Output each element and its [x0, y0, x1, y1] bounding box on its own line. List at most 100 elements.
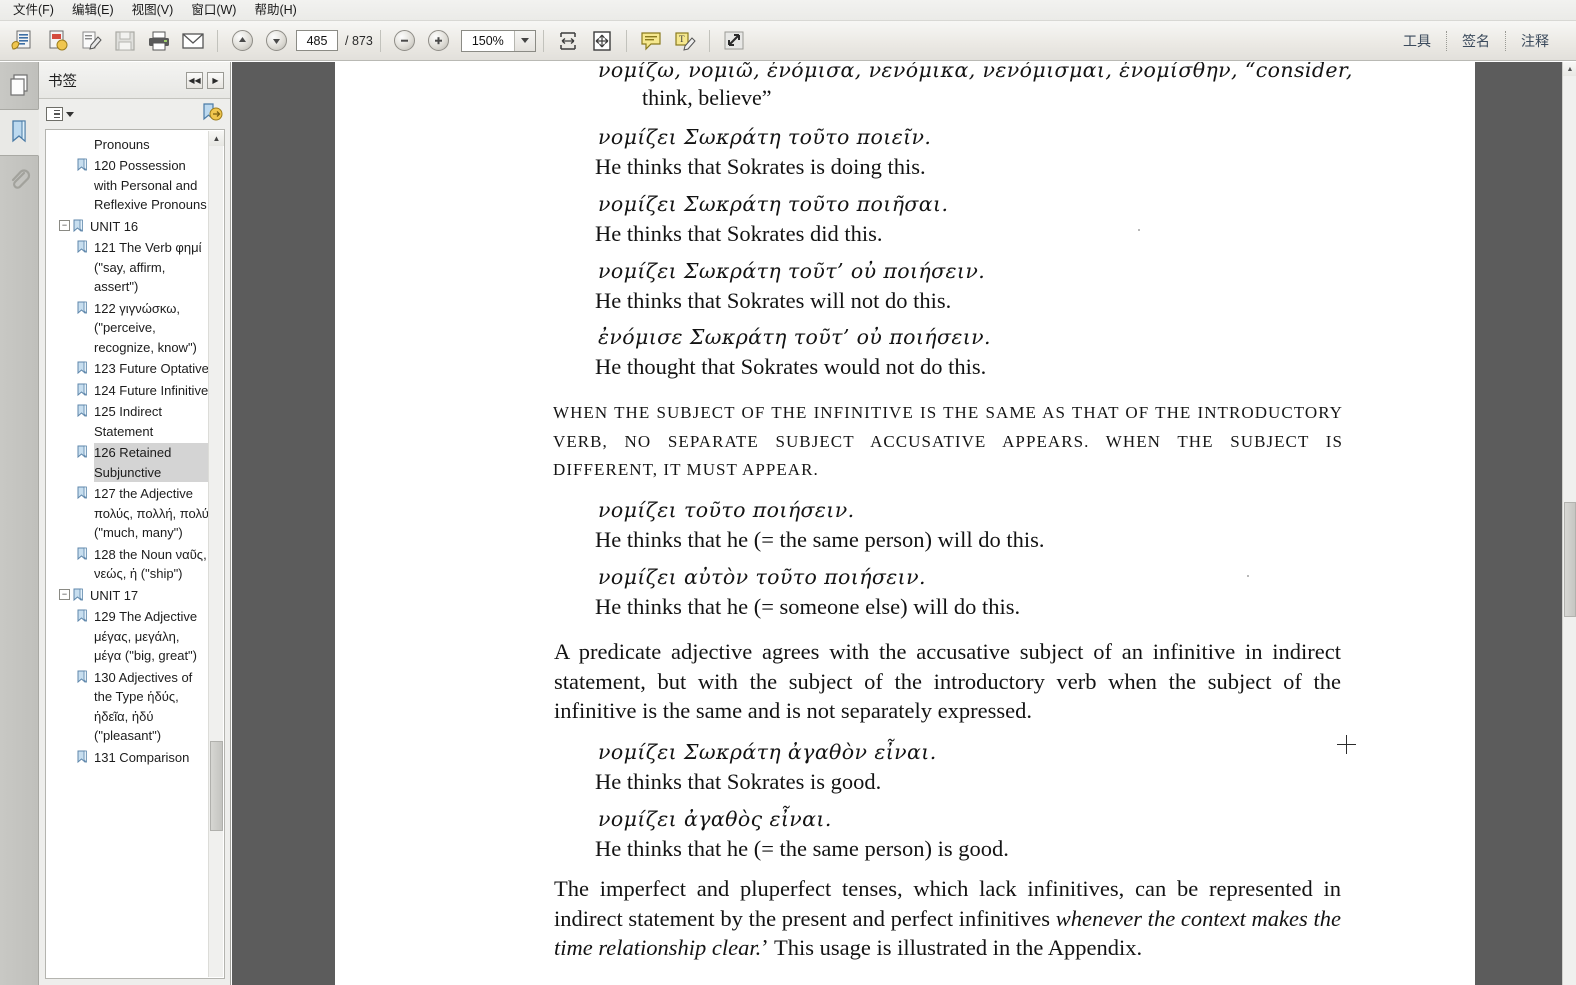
- bookmarks-scroll-thumb[interactable]: [210, 741, 223, 831]
- create-pdf-button[interactable]: [41, 25, 73, 57]
- bookmark-ribbon-icon: [76, 130, 89, 131]
- paragraph-2-part2: ʼ This usage is illustrated in the Appen…: [761, 935, 1143, 960]
- rule-small-caps: WHEN THE SUBJECT OF THE INFINITIVE IS TH…: [553, 403, 1343, 479]
- page-thumbnails-button[interactable]: [0, 62, 39, 109]
- body-paragraph-1: A predicate adjective agrees with the ac…: [554, 639, 1341, 723]
- bookmark-label: 129 The Adjective μέγας, μεγάλη, μέγα ("…: [94, 609, 198, 663]
- scroll-up-icon[interactable]: ▲: [1563, 62, 1576, 76]
- menu-view[interactable]: 视图(V): [123, 1, 183, 20]
- bookmark-ribbon-icon: [76, 609, 89, 623]
- bookmark-label: 123 Future Optative: [94, 361, 209, 376]
- bookmarks-tree-container[interactable]: 119 Reflexive Pronouns 120 Possession wi…: [45, 129, 225, 979]
- bookmark-ribbon-icon: [76, 301, 89, 315]
- scroll-up-icon[interactable]: ▲: [209, 131, 224, 146]
- new-bookmark-button[interactable]: [201, 102, 223, 127]
- fit-width-button[interactable]: [552, 25, 584, 57]
- edit-pencil-icon: [82, 31, 102, 50]
- bookmark-item-127[interactable]: 127 the Adjective πολύς, πολλή, πολύ ("m…: [46, 483, 209, 544]
- bookmark-ribbon-icon: [76, 750, 89, 764]
- bookmark-ribbon-icon: [76, 547, 89, 561]
- document-viewport[interactable]: νομίζω, νομιῶ, ἐνόμισα, νενόμικα, νενόμι…: [232, 62, 1576, 985]
- menu-window[interactable]: 窗口(W): [182, 1, 245, 20]
- bookmark-ribbon-icon: [76, 486, 89, 500]
- scan-artifact: [1138, 229, 1140, 231]
- list-options-icon: [46, 107, 63, 121]
- fit-width-icon: [560, 31, 576, 50]
- example-greek-6: νομίζει αὐτὸν τοῦτο ποιήσειν.: [598, 565, 926, 589]
- comment-tab[interactable]: 注释: [1506, 27, 1564, 55]
- chevron-down-icon: [520, 38, 529, 43]
- bookmark-item-129[interactable]: 129 The Adjective μέγας, μεγάλη, μέγα ("…: [46, 606, 209, 667]
- zoom-in-button[interactable]: [423, 25, 455, 57]
- bookmark-options-button[interactable]: [46, 107, 74, 121]
- collapse-expander-icon[interactable]: −: [59, 588, 70, 600]
- bookmark-label: 125 Indirect Statement: [94, 404, 162, 439]
- zoom-level-combobox[interactable]: 150%: [460, 29, 536, 52]
- bookmark-label: 127 the Adjective πολύς, πολλή, πολύ ("m…: [94, 486, 209, 540]
- zoom-dropdown-button[interactable]: [513, 30, 535, 51]
- bookmarks-button[interactable]: [0, 109, 39, 156]
- fit-page-button[interactable]: [586, 25, 618, 57]
- bookmarks-panel-title: 书签: [48, 73, 77, 90]
- example-greek-8: νομίζει ἀγαθὸς εἶναι.: [598, 807, 832, 831]
- file-tools-group: [6, 25, 210, 57]
- open-file-button[interactable]: [7, 25, 39, 57]
- email-button[interactable]: [177, 25, 209, 57]
- menu-file[interactable]: 文件(F): [4, 1, 63, 20]
- bookmarks-scrollbar[interactable]: ▲: [208, 131, 224, 977]
- envelope-icon: [182, 32, 204, 49]
- bookmark-item-125[interactable]: 125 Indirect Statement: [46, 401, 209, 442]
- bookmark-item-131[interactable]: 131 Comparison: [46, 747, 209, 769]
- greek-principal-parts-line1: νομίζω, νομιῶ, ἐνόμισα, νενόμικα, νενόμι…: [598, 62, 1353, 82]
- menu-help[interactable]: 帮助(H): [245, 1, 305, 20]
- bookmark-item-126[interactable]: 126 Retained Subjunctive: [46, 442, 209, 483]
- print-button[interactable]: [143, 25, 175, 57]
- bookmark-ribbon-icon: [76, 445, 89, 459]
- bookmark-item-130[interactable]: 130 Adjectives of the Type ἡδύς, ἡδεῖα, …: [46, 667, 209, 747]
- bookmark-item-121[interactable]: 121 The Verb φημί ("say, affirm, assert"…: [46, 237, 209, 298]
- bookmark-ribbon-icon: [76, 158, 89, 172]
- zoom-level-value: 150%: [471, 33, 504, 48]
- bookmark-item-unit16[interactable]: − UNIT 16: [46, 216, 209, 238]
- bookmark-item-unit17[interactable]: − UNIT 17: [46, 585, 209, 607]
- bookmark-label: UNIT 16: [90, 218, 139, 234]
- bookmarks-toolbar: [39, 99, 230, 129]
- bookmark-label-selected: 126 Retained Subjunctive: [94, 443, 209, 482]
- menu-edit[interactable]: 编辑(E): [63, 1, 123, 20]
- bookmark-label: 124 Future Infinitive: [94, 382, 209, 398]
- page-number-input[interactable]: 485: [296, 30, 338, 51]
- bookmark-item-128[interactable]: 128 the Noun ναῦς, νεώς, ἡ ("ship"): [46, 544, 209, 585]
- document-scrollbar[interactable]: ▲: [1562, 62, 1576, 985]
- toolbar-separator-3: [542, 29, 544, 52]
- expand-panel-button[interactable]: ▶: [207, 71, 224, 89]
- save-button[interactable]: [109, 25, 141, 57]
- collapse-expander-icon[interactable]: −: [59, 219, 70, 231]
- bookmark-label: UNIT 17: [90, 587, 139, 603]
- bookmark-ribbon-icon: [11, 120, 26, 143]
- bookmark-item-120[interactable]: 120 Possession with Personal and Reflexi…: [46, 155, 209, 216]
- edit-pdf-button[interactable]: [75, 25, 107, 57]
- zoom-out-button[interactable]: [389, 25, 421, 57]
- bookmark-item-124[interactable]: 124 Future Infinitive: [46, 380, 209, 402]
- next-page-button[interactable]: [260, 25, 292, 57]
- collapse-panel-button[interactable]: ◀◀: [186, 71, 203, 89]
- plus-icon: [428, 30, 450, 51]
- bookmark-item-122[interactable]: 122 γιγνώσκω, ("perceive, recognize, kno…: [46, 298, 209, 359]
- document-scroll-thumb[interactable]: [1564, 502, 1576, 617]
- previous-page-button[interactable]: [226, 25, 258, 57]
- fit-page-icon: [593, 30, 611, 51]
- tools-tab[interactable]: 工具: [1388, 27, 1446, 55]
- fullscreen-button[interactable]: [718, 25, 750, 57]
- bookmark-ribbon-icon: [76, 383, 89, 397]
- example-english-6: He thinks that he (= someone else) will …: [595, 594, 1021, 619]
- bookmark-item-119[interactable]: 119 Reflexive Pronouns: [46, 130, 209, 155]
- example-english-5: He thinks that he (= the same person) wi…: [595, 527, 1045, 552]
- sign-tab[interactable]: 签名: [1447, 27, 1505, 55]
- attachments-button[interactable]: [0, 156, 39, 203]
- bookmark-label: 128 the Noun ναῦς, νεώς, ἡ ("ship"): [94, 546, 207, 582]
- new-bookmark-icon: [203, 102, 223, 120]
- add-sticky-note-button[interactable]: [635, 25, 667, 57]
- highlight-text-button[interactable]: T: [669, 25, 701, 57]
- bookmark-item-123[interactable]: 123 Future Optative: [46, 358, 209, 380]
- pdf-page: νομίζω, νομιῶ, ἐνόμισα, νενόμικα, νενόμι…: [335, 62, 1475, 985]
